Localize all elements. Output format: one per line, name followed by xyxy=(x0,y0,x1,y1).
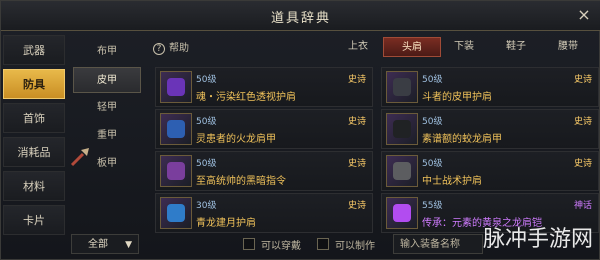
category-material[interactable]: 材料 xyxy=(3,171,65,201)
blue-pauldron-icon xyxy=(160,113,192,145)
item-rarity: 史诗 xyxy=(573,159,592,169)
item-rarity: 史诗 xyxy=(347,159,366,169)
item-level: 30级 xyxy=(196,201,217,211)
item-level: 50级 xyxy=(422,159,443,169)
armor-type-cloth[interactable]: 布甲 xyxy=(73,39,141,65)
checkbox-wearable[interactable] xyxy=(243,238,255,250)
item-level: 50级 xyxy=(196,75,217,85)
item-card[interactable]: 50级 史诗 魂・污染红色透视护肩 xyxy=(155,67,373,107)
title-bar: 道具辞典 × xyxy=(1,1,600,31)
category-accessory[interactable]: 首饰 xyxy=(3,103,65,133)
checkbox-wearable-label: 可以穿戴 xyxy=(261,241,301,252)
item-level: 50级 xyxy=(422,75,443,85)
item-card[interactable]: 50级 史诗 素谱额的蛟龙肩甲 xyxy=(381,109,599,149)
tab-top[interactable]: 上衣 xyxy=(329,37,387,57)
window-title: 道具辞典 xyxy=(270,11,331,26)
azure-pauldron-icon xyxy=(160,197,192,229)
armor-type-leather[interactable]: 皮甲 xyxy=(73,67,141,93)
item-level: 50级 xyxy=(196,117,217,127)
item-name: 至高统帅的黑暗指令 xyxy=(196,176,286,187)
category-armor[interactable]: 防具 xyxy=(3,69,65,99)
item-rarity: 史诗 xyxy=(347,201,366,211)
close-icon[interactable]: × xyxy=(575,6,593,24)
category-nav: 武器 防具 首饰 消耗品 材料 卡片 xyxy=(1,35,67,235)
grey-pauldron-icon xyxy=(386,155,418,187)
category-consumable[interactable]: 消耗品 xyxy=(3,137,65,167)
tab-belt[interactable]: 腰带 xyxy=(539,37,597,57)
tab-shoes[interactable]: 鞋子 xyxy=(487,37,545,57)
question-icon: ? xyxy=(153,43,165,55)
item-name: 斗者的皮甲护肩 xyxy=(422,92,492,103)
item-level: 50级 xyxy=(196,159,217,169)
item-rarity: 史诗 xyxy=(347,75,366,85)
tab-bottom[interactable]: 下装 xyxy=(435,37,493,57)
purple-mythic-icon xyxy=(386,197,418,229)
armor-axe-icon xyxy=(70,148,89,167)
item-card[interactable]: 50级 史诗 灵患者的火龙肩甲 xyxy=(155,109,373,149)
dark-pauldron-icon xyxy=(386,71,418,103)
item-level: 55级 xyxy=(422,201,443,211)
item-grid: 50级 史诗 魂・污染红色透视护肩 50级 史诗 斗者的皮甲护肩 50级 史诗 … xyxy=(151,63,599,233)
item-rarity: 神话 xyxy=(573,201,592,211)
item-card[interactable]: 30级 史诗 青龙建月护肩 xyxy=(155,193,373,233)
item-rarity: 史诗 xyxy=(573,75,592,85)
item-rarity: 史诗 xyxy=(573,117,592,127)
item-card[interactable]: 50级 史诗 斗者的皮甲护肩 xyxy=(381,67,599,107)
checkbox-craftable-label: 可以制作 xyxy=(335,241,375,252)
filter-selected: 全部 xyxy=(88,239,108,250)
item-rarity: 史诗 xyxy=(347,117,366,127)
tab-shoulder[interactable]: 头肩 xyxy=(383,37,441,57)
filter-select[interactable]: 全部 ▼ xyxy=(71,234,139,254)
item-dictionary-window: 道具辞典 × 武器 防具 首饰 消耗品 材料 卡片 布甲 皮甲 轻甲 重甲 板甲… xyxy=(0,0,600,260)
category-weapon[interactable]: 武器 xyxy=(3,35,65,65)
black-pauldron-icon xyxy=(386,113,418,145)
watermark-text: 脉冲手游网 xyxy=(482,227,593,252)
item-name: 素谱额的蛟龙肩甲 xyxy=(422,134,502,145)
violet-feather-icon xyxy=(160,155,192,187)
item-card[interactable]: 50级 史诗 中士战术护肩 xyxy=(381,151,599,191)
item-level: 50级 xyxy=(422,117,443,127)
purple-cloth-icon xyxy=(160,71,192,103)
item-name: 灵患者的火龙肩甲 xyxy=(196,134,276,145)
item-card[interactable]: 50级 史诗 至高统帅的黑暗指令 xyxy=(155,151,373,191)
chevron-down-icon: ▼ xyxy=(125,240,132,250)
armor-type-light[interactable]: 轻甲 xyxy=(73,95,141,121)
help-label: 帮助 xyxy=(169,43,189,54)
help-link[interactable]: ? 帮助 xyxy=(153,39,189,55)
item-name: 青龙建月护肩 xyxy=(196,218,256,229)
item-name: 中士战术护肩 xyxy=(422,176,482,187)
armor-type-nav: 布甲 皮甲 轻甲 重甲 板甲 xyxy=(73,35,143,235)
search-input[interactable]: 输入装备名称 xyxy=(393,234,483,254)
item-name: 魂・污染红色透视护肩 xyxy=(196,92,296,103)
checkbox-craftable[interactable] xyxy=(317,238,329,250)
category-card[interactable]: 卡片 xyxy=(3,205,65,235)
